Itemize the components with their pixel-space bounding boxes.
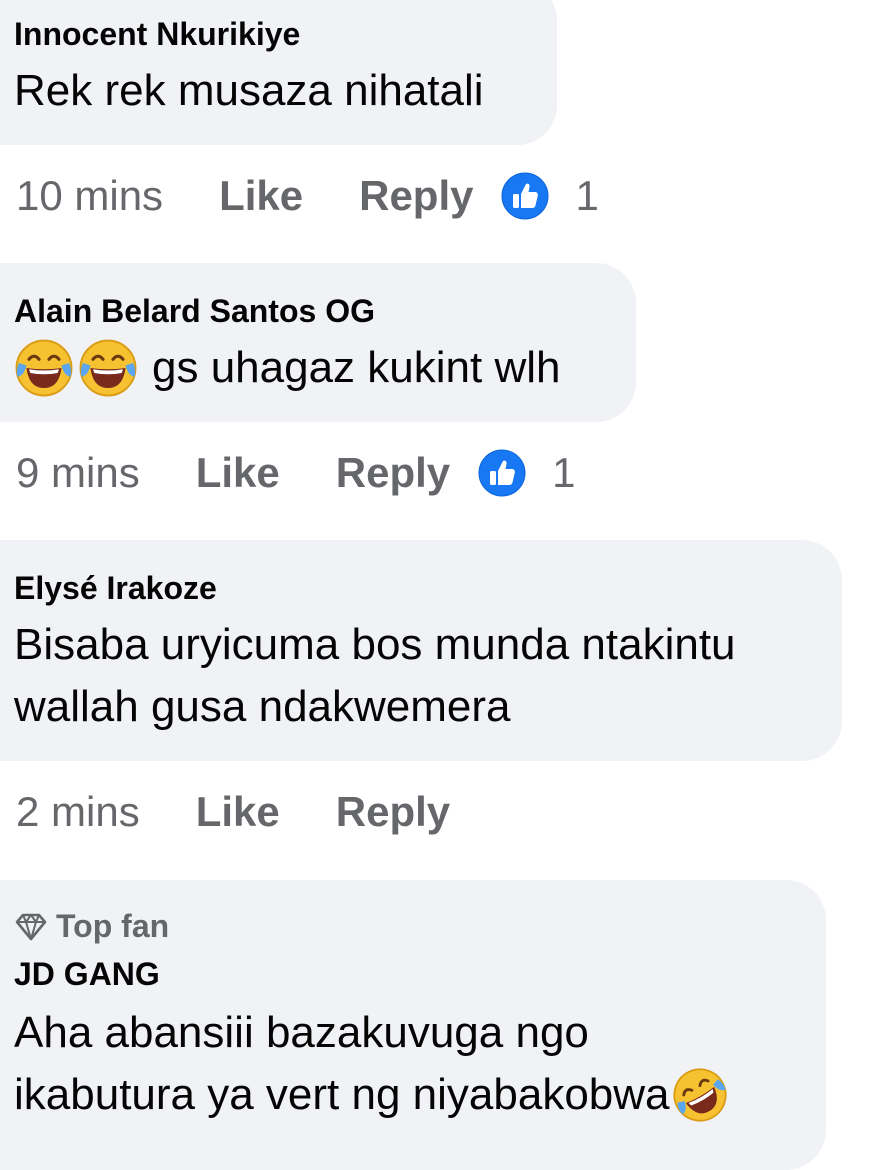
rolling-on-floor-laughing-emoji — [672, 1067, 728, 1123]
comment-text-line: wallah gusa ndakwemera — [14, 682, 511, 731]
diamond-icon — [15, 913, 47, 940]
comment-text-row: gs uhagaz kukint wlh — [14, 337, 560, 399]
comment-author[interactable]: Alain Belard Santos OG — [14, 293, 375, 330]
reaction-count: 1 — [575, 172, 599, 219]
like-thumb-icon — [501, 172, 549, 220]
tears-of-joy-emoji — [14, 338, 74, 398]
like-button[interactable]: Like — [219, 172, 303, 220]
comment-bubble: Alain Belard Santos OG gs uhagaz kukint … — [0, 263, 636, 422]
comment-timestamp[interactable]: 10 mins — [16, 172, 163, 220]
reaction-summary[interactable]: 1 — [501, 172, 599, 220]
comment-text-line: Bisaba uryicuma bos munda ntakintu — [14, 620, 736, 669]
comment-bubble: Innocent Nkurikiye Rek rek musaza nihata… — [0, 0, 557, 145]
comment-actions: 9 mins Like Reply 1 — [16, 443, 575, 503]
tears-of-joy-emoji — [78, 338, 138, 398]
like-button[interactable]: Like — [196, 449, 280, 497]
comment-text: gs uhagaz kukint wlh — [152, 343, 561, 392]
comment-author[interactable]: JD GANG — [14, 956, 160, 993]
comment-actions: 2 mins Like Reply — [16, 782, 478, 842]
comment-bubble: Elysé Irakoze Bisaba uryicuma bos munda … — [0, 540, 842, 761]
reply-button[interactable]: Reply — [359, 172, 473, 220]
reaction-count: 1 — [552, 449, 576, 496]
comment-text: Rek rek musaza nihatali — [14, 66, 484, 115]
comment-actions: 10 mins Like Reply 1 — [16, 166, 599, 226]
like-thumb-icon — [478, 449, 526, 497]
comment-timestamp[interactable]: 9 mins — [16, 449, 140, 497]
reply-button[interactable]: Reply — [336, 449, 450, 497]
top-fan-label: Top fan — [56, 908, 170, 944]
like-button[interactable]: Like — [196, 788, 280, 836]
comment-author[interactable]: Innocent Nkurikiye — [14, 16, 300, 53]
comment-text-row: ikabutura ya vert ng niyabakobwa — [14, 1064, 728, 1126]
reply-button[interactable]: Reply — [336, 788, 450, 836]
top-fan-badge: Top fan — [14, 908, 169, 945]
comment-timestamp[interactable]: 2 mins — [16, 788, 140, 836]
comment-text-line: Aha abansiii bazakuvuga ngo — [14, 1008, 589, 1057]
comment-bubble: Top fan JD GANG Aha abansiii bazakuvuga … — [0, 880, 826, 1170]
comment-author[interactable]: Elysé Irakoze — [14, 570, 217, 607]
comment-text-line: ikabutura ya vert ng niyabakobwa — [14, 1070, 670, 1119]
reaction-summary[interactable]: 1 — [478, 449, 575, 497]
